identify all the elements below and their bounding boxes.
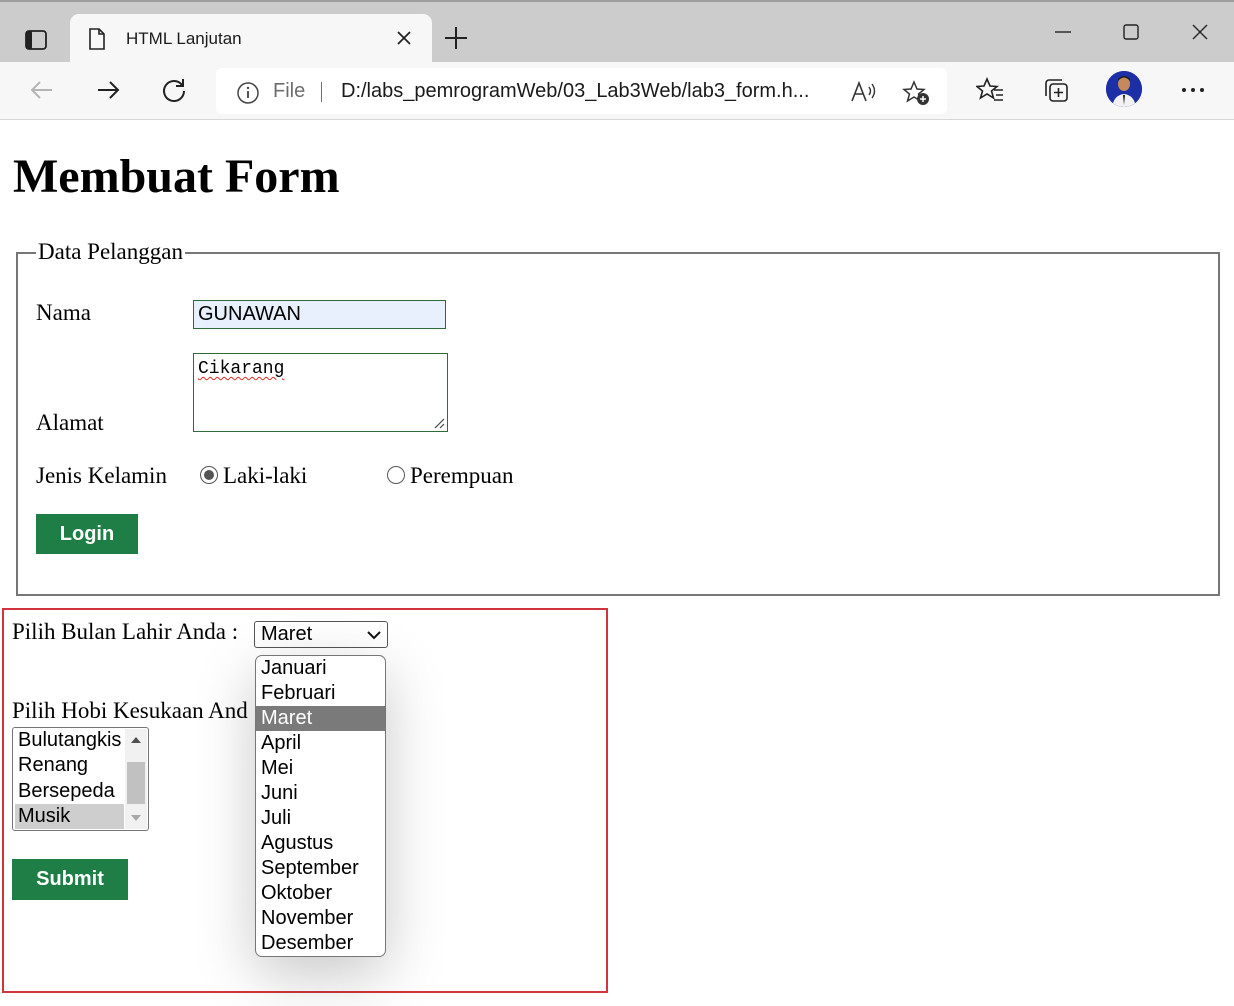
favorites-icon[interactable]	[976, 76, 1004, 104]
tab-actions-icon	[25, 30, 47, 50]
month-option[interactable]: Agustus	[256, 831, 385, 856]
month-option-selected[interactable]: Maret	[256, 706, 385, 731]
info-icon[interactable]	[236, 81, 260, 105]
url-text[interactable]: D:/labs_pemrogramWeb/03_Lab3Web/lab3_for…	[341, 80, 809, 103]
hobi-listbox[interactable]: Bulutangkis Renang Bersepeda Musik	[12, 727, 149, 831]
submit-button[interactable]: Submit	[12, 859, 128, 900]
close-window-icon[interactable]	[1190, 22, 1210, 42]
page-icon	[89, 28, 105, 50]
collections-icon[interactable]	[1042, 76, 1070, 104]
profile-avatar[interactable]	[1106, 71, 1142, 107]
login-button[interactable]: Login	[36, 514, 138, 554]
browser-toolbar: File D:/labs_pemrogramWeb/03_Lab3Web/lab…	[0, 62, 1234, 120]
alamat-label: Alamat	[36, 410, 104, 435]
alamat-value: Cikarang	[198, 359, 285, 379]
month-option[interactable]: Januari	[256, 656, 385, 681]
nama-input[interactable]: GUNAWAN	[193, 300, 446, 329]
back-icon[interactable]	[28, 76, 56, 104]
month-option[interactable]: Oktober	[256, 881, 385, 906]
tab-title: HTML Lanjutan	[126, 29, 242, 48]
bulan-dropdown-list[interactable]: Januari Februari Maret April Mei Juni Ju…	[255, 655, 386, 957]
fieldset-legend: Data Pelanggan	[36, 239, 185, 265]
avatar-icon	[1106, 71, 1142, 107]
month-option[interactable]: Mei	[256, 756, 385, 781]
bulan-label: Pilih Bulan Lahir Anda :	[12, 619, 239, 644]
month-option[interactable]: Juli	[256, 806, 385, 831]
close-tab-icon[interactable]	[395, 29, 413, 47]
hobi-option-selected[interactable]: Musik	[15, 804, 124, 829]
bulan-selected-value: Maret	[261, 623, 313, 645]
month-option[interactable]: Februari	[256, 681, 385, 706]
site-info-label: File	[273, 80, 306, 102]
page-title: Membuat Form	[13, 150, 340, 203]
month-option[interactable]: April	[256, 731, 385, 756]
radio-perempuan-label: Perempuan	[410, 463, 514, 488]
bulan-select[interactable]: Maret	[254, 621, 388, 648]
minimize-icon[interactable]	[1053, 22, 1073, 42]
more-options-icon[interactable]	[1180, 76, 1206, 104]
page-content: Membuat Form Data Pelanggan Nama GUNAWAN…	[0, 121, 1234, 1006]
scroll-down-icon[interactable]	[125, 811, 147, 825]
listbox-scrollbar[interactable]	[125, 729, 147, 829]
scroll-up-icon[interactable]	[125, 733, 147, 747]
hobi-option[interactable]: Renang	[15, 753, 124, 778]
month-option[interactable]: November	[256, 906, 385, 931]
nama-label: Nama	[36, 300, 91, 325]
month-option[interactable]: September	[256, 856, 385, 881]
tab-strip: HTML Lanjutan	[0, 0, 1234, 64]
hobi-option[interactable]: Bulutangkis	[15, 728, 124, 753]
month-option[interactable]: Juni	[256, 781, 385, 806]
radio-laki-laki[interactable]	[200, 466, 218, 484]
month-option[interactable]: Desember	[256, 931, 385, 956]
customer-fieldset: Data Pelanggan Nama GUNAWAN Cikarang Ala…	[16, 239, 1220, 596]
scrollbar-thumb[interactable]	[127, 762, 145, 804]
hobi-label: Pilih Hobi Kesukaan And	[12, 698, 248, 723]
refresh-icon[interactable]	[160, 76, 188, 104]
chevron-down-icon	[367, 631, 381, 640]
read-aloud-icon[interactable]	[850, 81, 878, 103]
new-tab-icon[interactable]	[443, 25, 469, 51]
maximize-icon[interactable]	[1121, 22, 1141, 42]
address-separator	[321, 82, 322, 102]
forward-icon[interactable]	[94, 76, 122, 104]
add-favorite-icon[interactable]	[902, 80, 930, 106]
gender-label: Jenis Kelamin	[36, 463, 167, 488]
radio-laki-laki-label: Laki-laki	[223, 463, 308, 488]
radio-perempuan[interactable]	[387, 466, 405, 484]
resize-grip-icon[interactable]	[433, 417, 445, 429]
tab-actions-button[interactable]	[16, 22, 56, 58]
address-bar[interactable]: File D:/labs_pemrogramWeb/03_Lab3Web/lab…	[216, 68, 947, 114]
active-tab[interactable]: HTML Lanjutan	[70, 14, 432, 64]
alamat-textarea[interactable]: Cikarang	[193, 353, 448, 432]
hobi-option[interactable]: Bersepeda	[15, 779, 124, 804]
